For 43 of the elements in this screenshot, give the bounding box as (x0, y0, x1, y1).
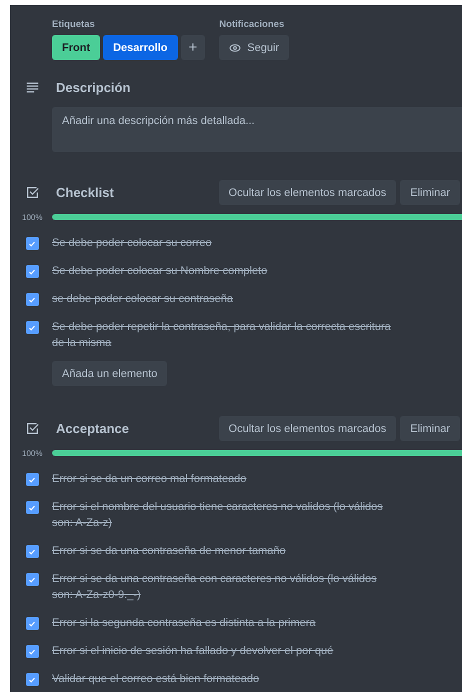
label-chip[interactable]: Desarrollo (103, 35, 178, 60)
checklist-icon (26, 186, 38, 199)
follow-button[interactable]: Seguir (219, 35, 290, 60)
checkbox[interactable] (26, 321, 38, 334)
add-label-button[interactable]: + (180, 35, 206, 60)
checkbox[interactable] (26, 265, 38, 278)
checklist-item-text: Error si se da un correo mal formateado (52, 472, 248, 487)
checklist-item-text: Error si el nombre del usuario tiene caracteres no validos (lo válidos son: A-Za-z) (52, 500, 384, 531)
checklist-item-text: Error si se da una contraseña con caracteres no válidos (lo válidos son: A-Za-z0-9._-) (52, 572, 378, 603)
label-chip[interactable]: Front (52, 35, 100, 60)
hide-checked-button[interactable]: Ocultar los elementos marcados (218, 180, 396, 205)
description-title: Descripción (56, 80, 130, 95)
checkbox[interactable] (26, 293, 38, 306)
checklist-title: Checklist (56, 185, 115, 200)
eye-icon (229, 42, 242, 54)
checkbox[interactable] (26, 545, 38, 558)
checkbox[interactable] (26, 501, 38, 514)
checklist-icon (26, 422, 38, 435)
description-icon (26, 81, 38, 94)
checklist-item-text: Error si se da una contraseña de menor tamaño (52, 544, 287, 559)
checkbox[interactable] (26, 645, 38, 658)
checkbox[interactable] (26, 473, 38, 486)
progress-percent: 100% (22, 213, 42, 222)
checklist-item-text: Se debe poder colocar su Nombre completo (52, 264, 268, 279)
checkbox[interactable] (26, 237, 38, 250)
hide-checked-button[interactable]: Ocultar los elementos marcados (218, 416, 396, 441)
delete-button[interactable]: Eliminar (400, 180, 460, 205)
checkbox[interactable] (26, 673, 38, 686)
checklist-title: Acceptance (56, 421, 130, 436)
labels-heading: Etiquetas (52, 19, 96, 30)
checklist-item-text: Error si el inicio de sesión ha fallado y devolver el por qué (52, 644, 334, 659)
checklist-item-text: Se debe poder colocar su correo (52, 236, 213, 251)
checklist-item-text: Validar que el correo está bien formateado (52, 672, 260, 687)
checkbox[interactable] (26, 573, 38, 586)
add-item-button[interactable]: Añada un elemento (52, 361, 168, 386)
checkbox[interactable] (26, 617, 38, 630)
delete-button[interactable]: Eliminar (400, 416, 460, 441)
checklist-item-text: Se debe poder repetir la contraseña, para validar la correcta escritura de la misma (52, 320, 392, 351)
description-field[interactable]: Añadir una descripción más detallada... (52, 107, 462, 152)
checklist-item-text: Error si la segunda contraseña es distinta a la primera (52, 616, 317, 631)
notifications-heading: Notificaciones (219, 19, 286, 30)
checklist-item-text: se debe poder colocar su contraseña (52, 292, 234, 307)
progress-percent: 100% (22, 449, 42, 458)
